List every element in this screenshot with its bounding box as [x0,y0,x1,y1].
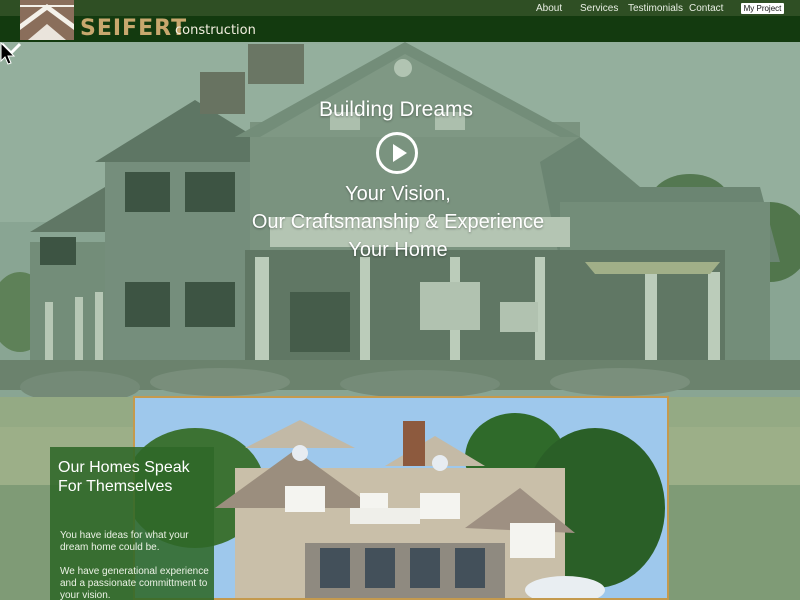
nav-contact[interactable]: Contact [689,3,723,14]
nav-about[interactable]: About [536,3,562,14]
intro-paragraph: We have generational experience and a pa… [60,566,209,600]
nav-services[interactable]: Services [580,3,618,14]
intro-paragraph: You have ideas for what your dream home … [60,530,189,553]
hero-tagline-line: Your Vision, [345,183,451,205]
logo[interactable] [20,0,74,40]
brand-subtitle: construction [175,23,256,38]
my-project-button[interactable]: My Project [740,2,785,15]
hero-title: Building Dreams [318,98,474,121]
mouse-cursor-icon [0,42,16,65]
featured-home-image [135,398,667,598]
hero-tagline-line: Our Craftsmanship & Experience [251,211,545,233]
nav-testimonials[interactable]: Testimonials [628,3,683,14]
brand-name[interactable]: SEIFERT [80,16,187,41]
intro-panel: Our Homes Speak For Themselves You have … [50,447,214,600]
roof-logo-icon [20,4,74,40]
hero-tagline-line: Your Home [348,239,448,261]
site-header: SEIFERT construction About Services Test… [0,0,800,42]
play-icon[interactable] [376,132,418,174]
intro-heading: Our Homes Speak For Themselves [58,459,190,495]
